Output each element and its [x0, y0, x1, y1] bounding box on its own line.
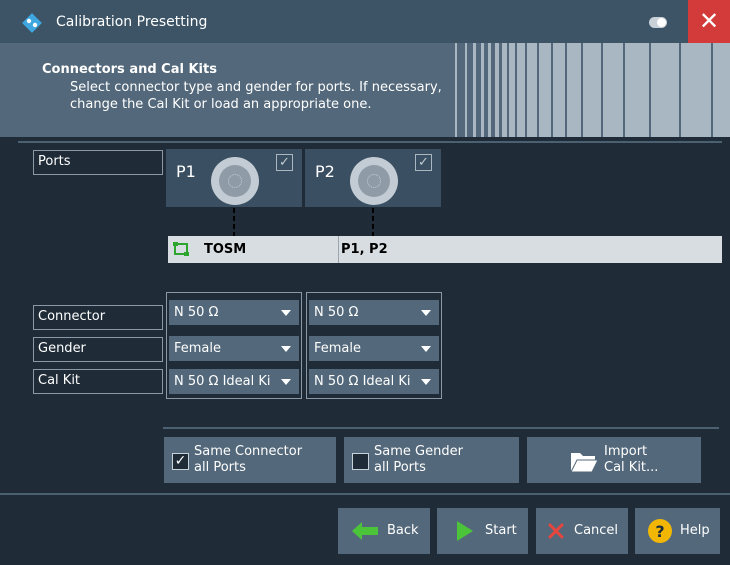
- p2-connector-select[interactable]: N 50 Ω: [309, 300, 439, 325]
- divider: [18, 141, 722, 143]
- checkbox-icon[interactable]: ✓: [172, 453, 189, 470]
- checkbox-icon[interactable]: [352, 453, 369, 470]
- header-title: Connectors and Cal Kits: [42, 62, 217, 77]
- port-p1-link: [233, 208, 235, 236]
- ports-label: Ports: [33, 150, 163, 175]
- same-connector-toggle[interactable]: ✓ Same Connector all Ports: [164, 437, 336, 483]
- port-p2-link: [372, 208, 374, 236]
- port-p2-checkbox[interactable]: ✓: [415, 154, 432, 171]
- same-gender-toggle[interactable]: Same Gender all Ports: [344, 437, 519, 483]
- port-connector-icon: [350, 157, 398, 205]
- same-gender-line2: all Ports: [374, 460, 426, 475]
- dropdown-arrow-icon: [421, 379, 431, 385]
- svg-text:?: ?: [655, 522, 664, 541]
- cancel-x-icon: [548, 523, 564, 539]
- p1-gender-select[interactable]: Female: [169, 336, 299, 361]
- cancel-label: Cancel: [574, 523, 619, 538]
- calkit-ports: P1, P2: [341, 242, 388, 257]
- p2-connector-value: N 50 Ω: [314, 305, 359, 320]
- gender-label: Gender: [33, 337, 163, 362]
- import-line2: Cal Kit...: [604, 460, 659, 475]
- back-label: Back: [387, 523, 419, 538]
- footer-divider: [0, 493, 730, 495]
- divider: [163, 427, 719, 429]
- p1-connector-select[interactable]: N 50 Ω: [169, 300, 299, 325]
- close-icon: ✕: [698, 7, 720, 35]
- p1-calkit-select[interactable]: N 50 Ω Ideal Ki: [169, 369, 299, 394]
- back-arrow-icon: [352, 522, 378, 540]
- toggle-icon[interactable]: [649, 17, 667, 28]
- help-button[interactable]: ? Help: [635, 508, 720, 554]
- same-connector-line2: all Ports: [194, 460, 246, 475]
- port-p1-name: P1: [176, 162, 196, 181]
- port-p1-checkbox[interactable]: ✓: [276, 154, 293, 171]
- cancel-button[interactable]: Cancel: [536, 508, 628, 554]
- p2-calkit-select[interactable]: N 50 Ω Ideal Ki: [309, 369, 439, 394]
- p1-gender-value: Female: [174, 341, 222, 356]
- dropdown-arrow-icon: [281, 379, 291, 385]
- same-connector-line1: Same Connector: [194, 444, 303, 459]
- window-title: Calibration Presetting: [56, 14, 208, 30]
- dropdown-arrow-icon: [281, 310, 291, 316]
- play-icon: [457, 521, 473, 541]
- calkit-icon: [173, 242, 189, 256]
- start-button[interactable]: Start: [437, 508, 528, 554]
- header-description: Select connector type and gender for por…: [70, 80, 442, 112]
- calkit-type: TOSM: [204, 242, 247, 257]
- p2-gender-select[interactable]: Female: [309, 336, 439, 361]
- start-label: Start: [485, 523, 517, 538]
- p2-gender-value: Female: [314, 341, 362, 356]
- port-connector-icon: [211, 157, 259, 205]
- header-decoration: [451, 43, 730, 137]
- dropdown-arrow-icon: [421, 310, 431, 316]
- p1-calkit-value: N 50 Ω Ideal Ki: [174, 374, 271, 389]
- same-gender-line1: Same Gender: [374, 444, 463, 459]
- back-button[interactable]: Back: [338, 508, 430, 554]
- calkit-assignment-row[interactable]: TOSM P1, P2: [168, 236, 722, 263]
- dropdown-arrow-icon: [281, 346, 291, 352]
- close-button[interactable]: ✕: [688, 0, 730, 43]
- p1-connector-value: N 50 Ω: [174, 305, 219, 320]
- folder-icon: [570, 453, 599, 473]
- connector-label: Connector: [33, 305, 163, 330]
- port-p1-tile[interactable]: P1 ✓: [166, 149, 302, 207]
- import-line1: Import: [604, 444, 648, 459]
- port-p2-tile[interactable]: P2 ✓: [305, 149, 441, 207]
- p2-calkit-value: N 50 Ω Ideal Ki: [314, 374, 411, 389]
- calkit-divider: [338, 236, 339, 263]
- dropdown-arrow-icon: [421, 346, 431, 352]
- help-icon: ?: [648, 519, 672, 543]
- cal-kit-label: Cal Kit: [33, 369, 163, 394]
- help-label: Help: [680, 523, 710, 538]
- app-logo-icon: [22, 13, 42, 33]
- port-p2-name: P2: [315, 162, 335, 181]
- import-calkit-button[interactable]: Import Cal Kit...: [527, 437, 701, 483]
